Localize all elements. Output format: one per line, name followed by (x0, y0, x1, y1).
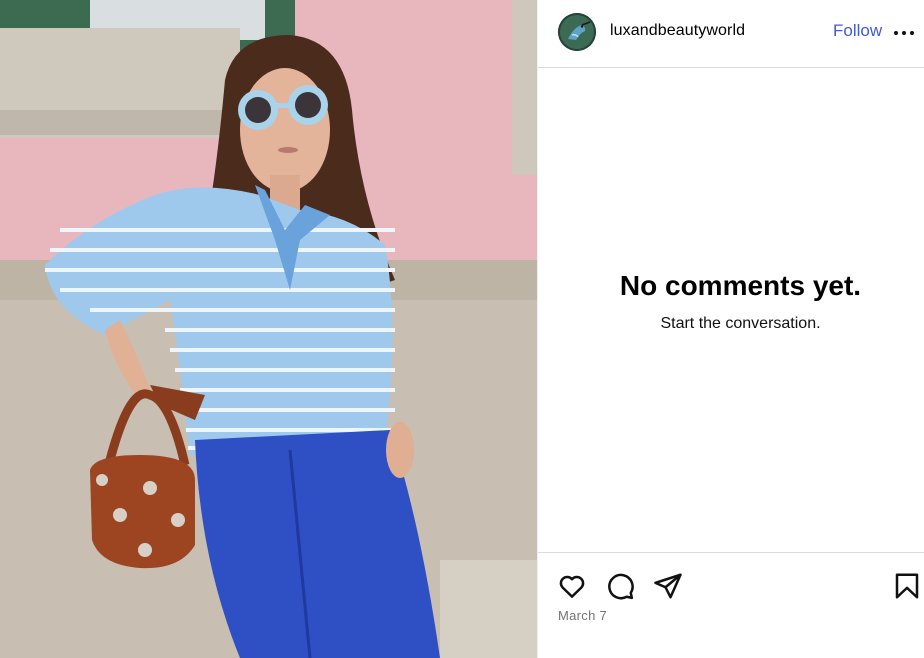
post-image (0, 0, 537, 658)
post-date: March 7 (558, 608, 608, 623)
no-comments-title: No comments yet. (619, 270, 862, 301)
post-actions-bar: March 7 (538, 552, 924, 658)
more-options-icon[interactable] (894, 22, 918, 42)
paper-plane-icon[interactable] (653, 571, 683, 601)
no-comments-subtitle: Start the conversation. (660, 315, 821, 332)
bookmark-icon[interactable] (892, 571, 922, 601)
follow-button[interactable]: Follow (833, 21, 882, 41)
post-photo[interactable] (0, 0, 537, 658)
heart-icon[interactable] (557, 571, 587, 601)
hummingbird-avatar[interactable] (558, 13, 596, 51)
post-header: luxandbeautyworld Follow (538, 0, 924, 68)
post-side-panel: luxandbeautyworld Follow No comments yet… (537, 0, 924, 658)
post-username[interactable]: luxandbeautyworld (610, 22, 745, 40)
comment-bubble-icon[interactable] (605, 571, 635, 601)
